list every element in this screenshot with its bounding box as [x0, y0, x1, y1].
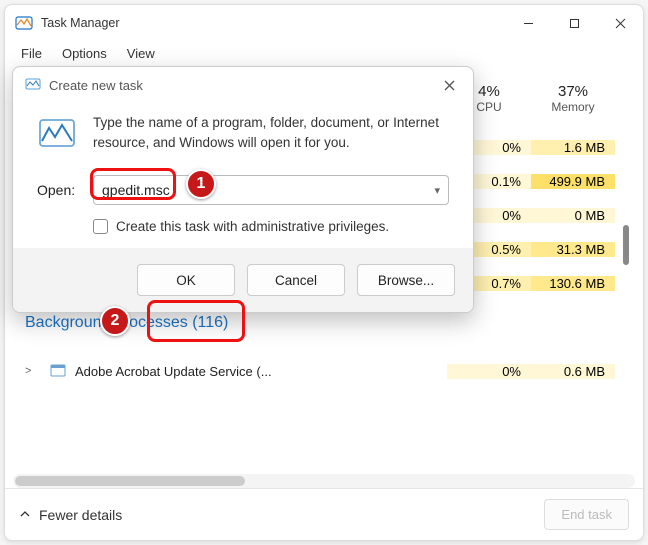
- window-title: Task Manager: [41, 16, 120, 30]
- cell-memory: 1.6 MB: [531, 140, 615, 155]
- expand-icon[interactable]: >: [25, 365, 41, 377]
- titlebar: Task Manager: [5, 5, 643, 41]
- run-dialog-icon: [37, 113, 77, 153]
- minimize-button[interactable]: [505, 5, 551, 41]
- open-label: Open:: [37, 182, 81, 198]
- open-input[interactable]: [102, 182, 242, 198]
- browse-button[interactable]: Browse...: [357, 264, 455, 296]
- task-manager-icon: [15, 14, 33, 32]
- open-combobox[interactable]: ▾: [93, 175, 449, 205]
- table-row[interactable]: > Adobe Acrobat Update Service (...0%0.6 …: [5, 354, 643, 388]
- menubar: File Options View: [5, 41, 643, 65]
- close-button[interactable]: [597, 5, 643, 41]
- cancel-button[interactable]: Cancel: [247, 264, 345, 296]
- cell-memory: 0 MB: [531, 208, 615, 223]
- horizontal-scrollbar[interactable]: [13, 474, 635, 488]
- cell-memory: 499.9 MB: [531, 174, 615, 189]
- end-task-button[interactable]: End task: [544, 499, 629, 530]
- column-memory[interactable]: 37% Memory: [531, 83, 615, 114]
- footer: Fewer details End task: [5, 488, 643, 540]
- run-small-icon: [25, 76, 41, 95]
- maximize-button[interactable]: [551, 5, 597, 41]
- menu-options[interactable]: Options: [54, 43, 115, 64]
- menu-view[interactable]: View: [119, 43, 163, 64]
- cell-memory: 31.3 MB: [531, 242, 615, 257]
- vertical-scroll-indicator[interactable]: [623, 225, 629, 265]
- chevron-up-icon: [19, 507, 31, 523]
- fewer-details-button[interactable]: Fewer details: [19, 507, 122, 523]
- admin-checkbox[interactable]: [93, 219, 108, 234]
- create-new-task-dialog: Create new task Type the name of a progr…: [12, 66, 474, 313]
- dialog-title: Create new task: [49, 78, 143, 93]
- ok-button[interactable]: OK: [137, 264, 235, 296]
- admin-checkbox-label: Create this task with administrative pri…: [116, 219, 389, 234]
- cell-memory: 130.6 MB: [531, 276, 615, 291]
- dialog-buttons: OK Cancel Browse...: [13, 248, 473, 312]
- cell-cpu: 0%: [447, 364, 531, 379]
- cell-memory: 0.6 MB: [531, 364, 615, 379]
- process-icon: [49, 362, 67, 380]
- dialog-titlebar: Create new task: [13, 67, 473, 103]
- dialog-instruction: Type the name of a program, folder, docu…: [93, 113, 449, 153]
- process-name: Adobe Acrobat Update Service (...: [75, 364, 447, 379]
- dialog-close-button[interactable]: [437, 73, 461, 97]
- menu-file[interactable]: File: [13, 43, 50, 64]
- chevron-down-icon[interactable]: ▾: [434, 184, 440, 197]
